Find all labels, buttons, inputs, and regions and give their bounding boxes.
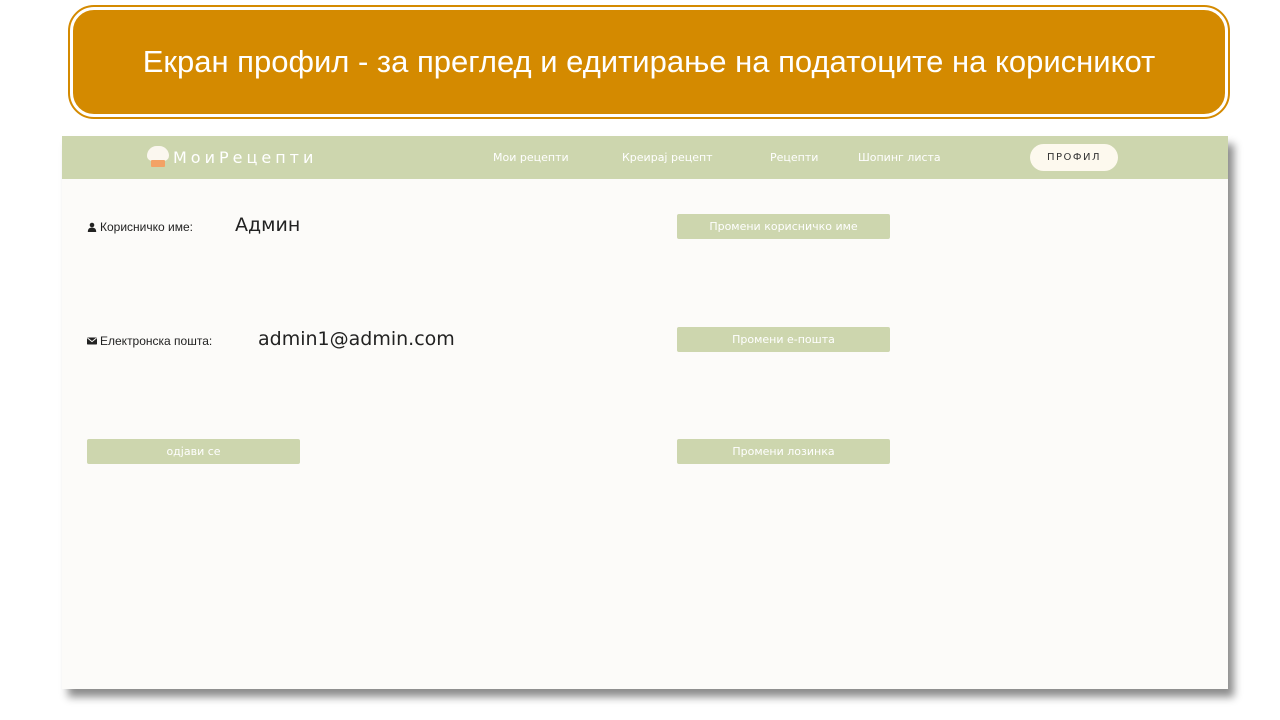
nav-link-my-recipes[interactable]: Мои рецепти — [493, 151, 569, 164]
navbar: МоиРецепти Мои рецепти Креирај рецепт Ре… — [62, 136, 1228, 179]
username-value: Админ — [235, 214, 301, 236]
change-password-button[interactable]: Промени лозинка — [677, 439, 890, 464]
logo[interactable]: МоиРецепти — [146, 145, 317, 169]
nav-profile-button[interactable]: ПРОФИЛ — [1030, 144, 1118, 171]
email-label: Електронска пошта: — [87, 334, 212, 348]
user-icon — [87, 222, 97, 232]
username-label: Корисничко име: — [87, 220, 193, 234]
logo-text: МоиРецепти — [173, 147, 318, 167]
nav-link-shopping-list[interactable]: Шопинг листа — [858, 151, 941, 164]
envelope-icon — [87, 337, 97, 345]
email-label-text: Електронска пошта: — [100, 334, 213, 348]
logout-button[interactable]: одјави се — [87, 439, 300, 464]
nav-link-create-recipe[interactable]: Креирај рецепт — [622, 151, 713, 164]
change-username-button[interactable]: Промени корисничко име — [677, 214, 890, 239]
change-email-button[interactable]: Промени е-пошта — [677, 327, 890, 352]
nav-link-recipes[interactable]: Рецепти — [770, 151, 818, 164]
slide-title: Екран профил - за преглед и едитирање на… — [142, 44, 1156, 79]
app-window: МоиРецепти Мои рецепти Креирај рецепт Ре… — [62, 136, 1228, 689]
username-label-text: Корисничко име: — [100, 220, 193, 234]
slide: Екран профил - за преглед и едитирање на… — [0, 0, 1280, 720]
email-value: admin1@admin.com — [258, 328, 455, 350]
chef-hat-icon — [146, 145, 170, 169]
title-banner: Екран профил - за преглед и едитирање на… — [68, 5, 1230, 119]
